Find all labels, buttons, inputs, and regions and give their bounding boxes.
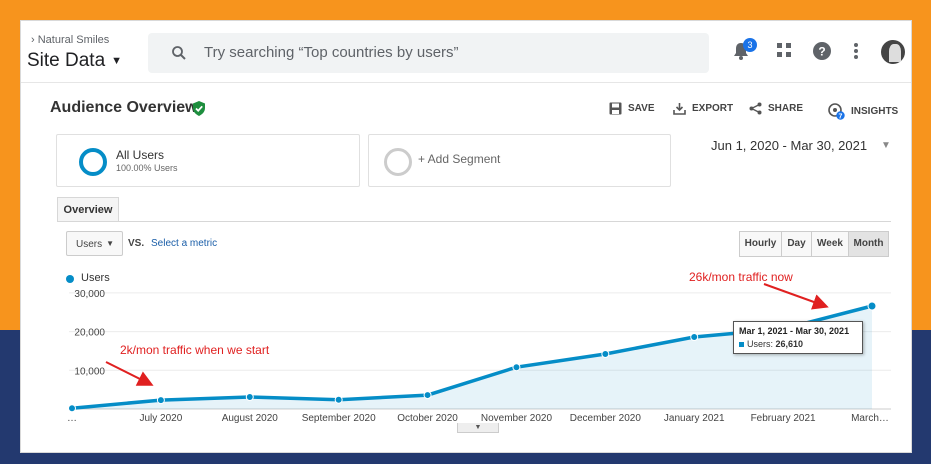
data-point [156, 396, 165, 405]
analytics-window: › Natural Smiles Site Data ▼ Try searchin… [20, 20, 912, 453]
y-tick-label: 30,000 [74, 289, 105, 300]
data-point [68, 404, 76, 413]
x-tick-label: … [67, 413, 77, 424]
y-axis-ticks: 30,000 20,000 10,000 [74, 289, 105, 377]
now-annotation: 26k/mon traffic now [689, 270, 793, 284]
users-chart: 30,000 20,000 10,000 … July 2020 August 2020… [67, 283, 891, 424]
tooltip-title: Mar 1, 2021 - Mar 30, 2021 [739, 326, 850, 336]
y-tick-label: 10,000 [74, 366, 105, 377]
data-point [867, 301, 877, 311]
tooltip-value: 26,610 [775, 339, 804, 349]
chart-resize-handle[interactable]: ▼ [457, 423, 499, 433]
data-point [690, 333, 699, 341]
data-point [334, 395, 343, 404]
x-tick-label: January 2021 [664, 413, 725, 424]
x-tick-label: September 2020 [302, 413, 376, 424]
data-point [601, 350, 610, 359]
chart-tooltip: Mar 1, 2021 - Mar 30, 2021 Users: 26,610 [733, 321, 863, 354]
now-annotation-arrow [763, 283, 829, 310]
x-tick-label: February 2021 [751, 413, 816, 424]
x-tick-label: August 2020 [222, 413, 279, 424]
x-tick-label: December 2020 [570, 413, 642, 424]
data-point [512, 363, 521, 372]
y-tick-label: 20,000 [74, 328, 105, 339]
x-tick-label: July 2020 [139, 413, 182, 424]
start-annotation: 2k/mon traffic when we start [120, 343, 270, 357]
tooltip-label: Users: 26,610 [747, 339, 803, 349]
start-annotation-arrow [105, 361, 154, 386]
data-point [245, 393, 254, 401]
tooltip-metric-label: Users: [747, 339, 774, 349]
x-tick-label: October 2020 [397, 413, 458, 424]
data-point [423, 391, 432, 400]
tooltip-series-marker [739, 342, 744, 347]
x-tick-label: March… [851, 413, 889, 424]
